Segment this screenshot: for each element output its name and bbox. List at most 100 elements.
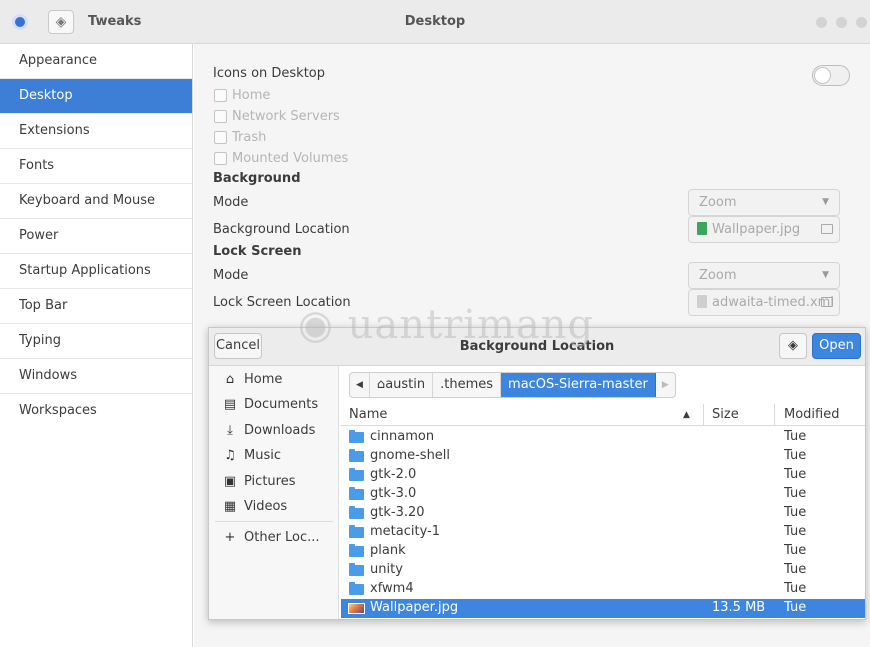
icons-on-desktop-label: Icons on Desktop xyxy=(213,66,326,81)
chevron-down-icon: ▼ xyxy=(822,197,829,207)
place-other-locations[interactable]: + Other Loc... xyxy=(221,530,320,545)
file-name: metacity-1 xyxy=(370,524,441,539)
column-size[interactable]: Size xyxy=(712,407,739,422)
sidebar-item-desktop[interactable]: Desktop xyxy=(0,79,192,114)
sidebar-item-top-bar[interactable]: Top Bar xyxy=(0,289,192,324)
file-name: gnome-shell xyxy=(370,448,451,463)
file-row[interactable]: cinnamon Tue xyxy=(341,428,865,447)
path-label: austin xyxy=(385,377,426,392)
checkbox-box xyxy=(214,110,227,123)
folder-icon xyxy=(349,506,364,519)
file-modified: Tue xyxy=(784,486,807,501)
sidebar-item-fonts[interactable]: Fonts xyxy=(0,149,192,184)
sidebar-item-extensions[interactable]: Extensions xyxy=(0,114,192,149)
background-mode-select[interactable]: Zoom ▼ xyxy=(688,189,840,216)
checkbox-mounted-volumes[interactable]: Mounted Volumes xyxy=(214,151,348,166)
file-modified: Tue xyxy=(784,467,807,482)
minimize-button[interactable] xyxy=(816,17,827,28)
document-icon: ▤ xyxy=(223,397,237,412)
checkbox-trash[interactable]: Trash xyxy=(214,130,266,145)
checkbox-box xyxy=(214,152,227,165)
folder-icon xyxy=(349,582,364,595)
header-left: ◈ Tweaks xyxy=(0,0,193,44)
folder-icon xyxy=(349,487,364,500)
file-row[interactable]: unity Tue xyxy=(341,561,865,580)
file-modified: Tue xyxy=(784,600,807,615)
close-button[interactable] xyxy=(856,17,867,28)
sidebar: Appearance Desktop Extensions Fonts Keyb… xyxy=(0,44,193,647)
xml-file-icon xyxy=(697,295,707,308)
file-row[interactable]: plank Tue xyxy=(341,542,865,561)
sidebar-item-workspaces[interactable]: Workspaces xyxy=(0,394,192,429)
checkbox-box xyxy=(214,89,227,102)
place-videos[interactable]: ▦ Videos xyxy=(221,499,287,514)
file-modified: Tue xyxy=(784,543,807,558)
checkbox-box xyxy=(214,131,227,144)
background-heading: Background xyxy=(213,171,301,186)
file-modified: Tue xyxy=(784,505,807,520)
lock-location-label: Lock Screen Location xyxy=(213,295,351,310)
download-icon: ⤓ xyxy=(227,423,233,438)
path-forward-button[interactable]: ▶ xyxy=(656,373,675,397)
file-row[interactable]: gtk-2.0 Tue xyxy=(341,466,865,485)
path-segment-themes[interactable]: .themes xyxy=(433,373,502,397)
sort-ascending-icon: ▲ xyxy=(683,410,690,420)
file-row-selected[interactable]: Wallpaper.jpg 13.5 MB Tue xyxy=(341,599,865,618)
checkbox-network-servers[interactable]: Network Servers xyxy=(214,109,340,124)
checkbox-home[interactable]: Home xyxy=(214,88,270,103)
image-thumbnail-icon xyxy=(348,603,365,614)
checkbox-label: Mounted Volumes xyxy=(232,151,349,166)
path-segment-macos-sierra-master[interactable]: macOS-Sierra-master xyxy=(501,373,656,397)
background-location-label: Background Location xyxy=(213,222,350,237)
file-row[interactable]: gtk-3.0 Tue xyxy=(341,485,865,504)
place-pictures[interactable]: ▣ Pictures xyxy=(221,474,296,489)
home-icon: ⌂ xyxy=(376,377,386,392)
lock-location-button[interactable]: adwaita-timed.xml xyxy=(688,289,840,316)
location-icon: ◈ xyxy=(788,338,798,353)
location-toggle-button[interactable]: ◈ xyxy=(779,333,807,359)
maximize-button[interactable] xyxy=(836,17,847,28)
lock-mode-select[interactable]: Zoom ▼ xyxy=(688,262,840,289)
picture-icon: ▣ xyxy=(223,474,237,489)
search-button[interactable]: ◈ xyxy=(48,10,74,34)
place-label: Documents xyxy=(244,397,319,412)
cancel-button[interactable]: Cancel xyxy=(214,333,262,359)
background-location-button[interactable]: Wallpaper.jpg xyxy=(688,216,840,243)
tweaks-app-icon xyxy=(12,14,28,30)
icons-on-desktop-switch[interactable] xyxy=(812,65,850,86)
place-label: Other Loc... xyxy=(244,530,320,545)
select-value: Zoom xyxy=(699,268,737,283)
file-row[interactable]: gtk-3.20 Tue xyxy=(341,504,865,523)
file-row[interactable]: xfwm4 Tue xyxy=(341,580,865,599)
sidebar-item-power[interactable]: Power xyxy=(0,219,192,254)
sidebar-item-typing[interactable]: Typing xyxy=(0,324,192,359)
checkbox-label: Home xyxy=(232,88,271,103)
checkbox-label: Trash xyxy=(232,130,267,145)
sidebar-item-keyboard-and-mouse[interactable]: Keyboard and Mouse xyxy=(0,184,192,219)
plus-icon: + xyxy=(224,530,236,545)
column-modified[interactable]: Modified xyxy=(784,407,839,422)
column-separator xyxy=(703,404,704,426)
folder-icon xyxy=(349,449,364,462)
folder-open-icon xyxy=(821,224,833,234)
file-list: Name ▲ Size Modified cinnamon Tue gnome-… xyxy=(341,404,865,619)
header-bar: ◈ Tweaks Desktop xyxy=(0,0,870,44)
sidebar-item-appearance[interactable]: Appearance xyxy=(0,44,192,79)
open-button[interactable]: Open xyxy=(812,333,861,359)
lock-screen-heading: Lock Screen xyxy=(213,244,302,259)
path-segment-austin[interactable]: ⌂austin xyxy=(370,373,434,397)
background-mode-label: Mode xyxy=(213,195,249,210)
place-downloads[interactable]: ⤓ Downloads xyxy=(221,423,315,438)
file-row[interactable]: gnome-shell Tue xyxy=(341,447,865,466)
path-back-button[interactable]: ◀ xyxy=(350,373,370,397)
music-icon: ♫ xyxy=(224,448,236,463)
sidebar-item-startup-applications[interactable]: Startup Applications xyxy=(0,254,192,289)
file-row[interactable]: metacity-1 Tue xyxy=(341,523,865,542)
dialog-header: Cancel Background Location ◈ Open xyxy=(209,328,865,366)
place-home[interactable]: ⌂ Home xyxy=(221,372,283,387)
column-name[interactable]: Name xyxy=(349,407,387,422)
place-documents[interactable]: ▤ Documents xyxy=(221,397,318,412)
file-chooser-dialog: Cancel Background Location ◈ Open ⌂ Home… xyxy=(208,327,866,620)
place-music[interactable]: ♫ Music xyxy=(221,448,281,463)
sidebar-item-windows[interactable]: Windows xyxy=(0,359,192,394)
